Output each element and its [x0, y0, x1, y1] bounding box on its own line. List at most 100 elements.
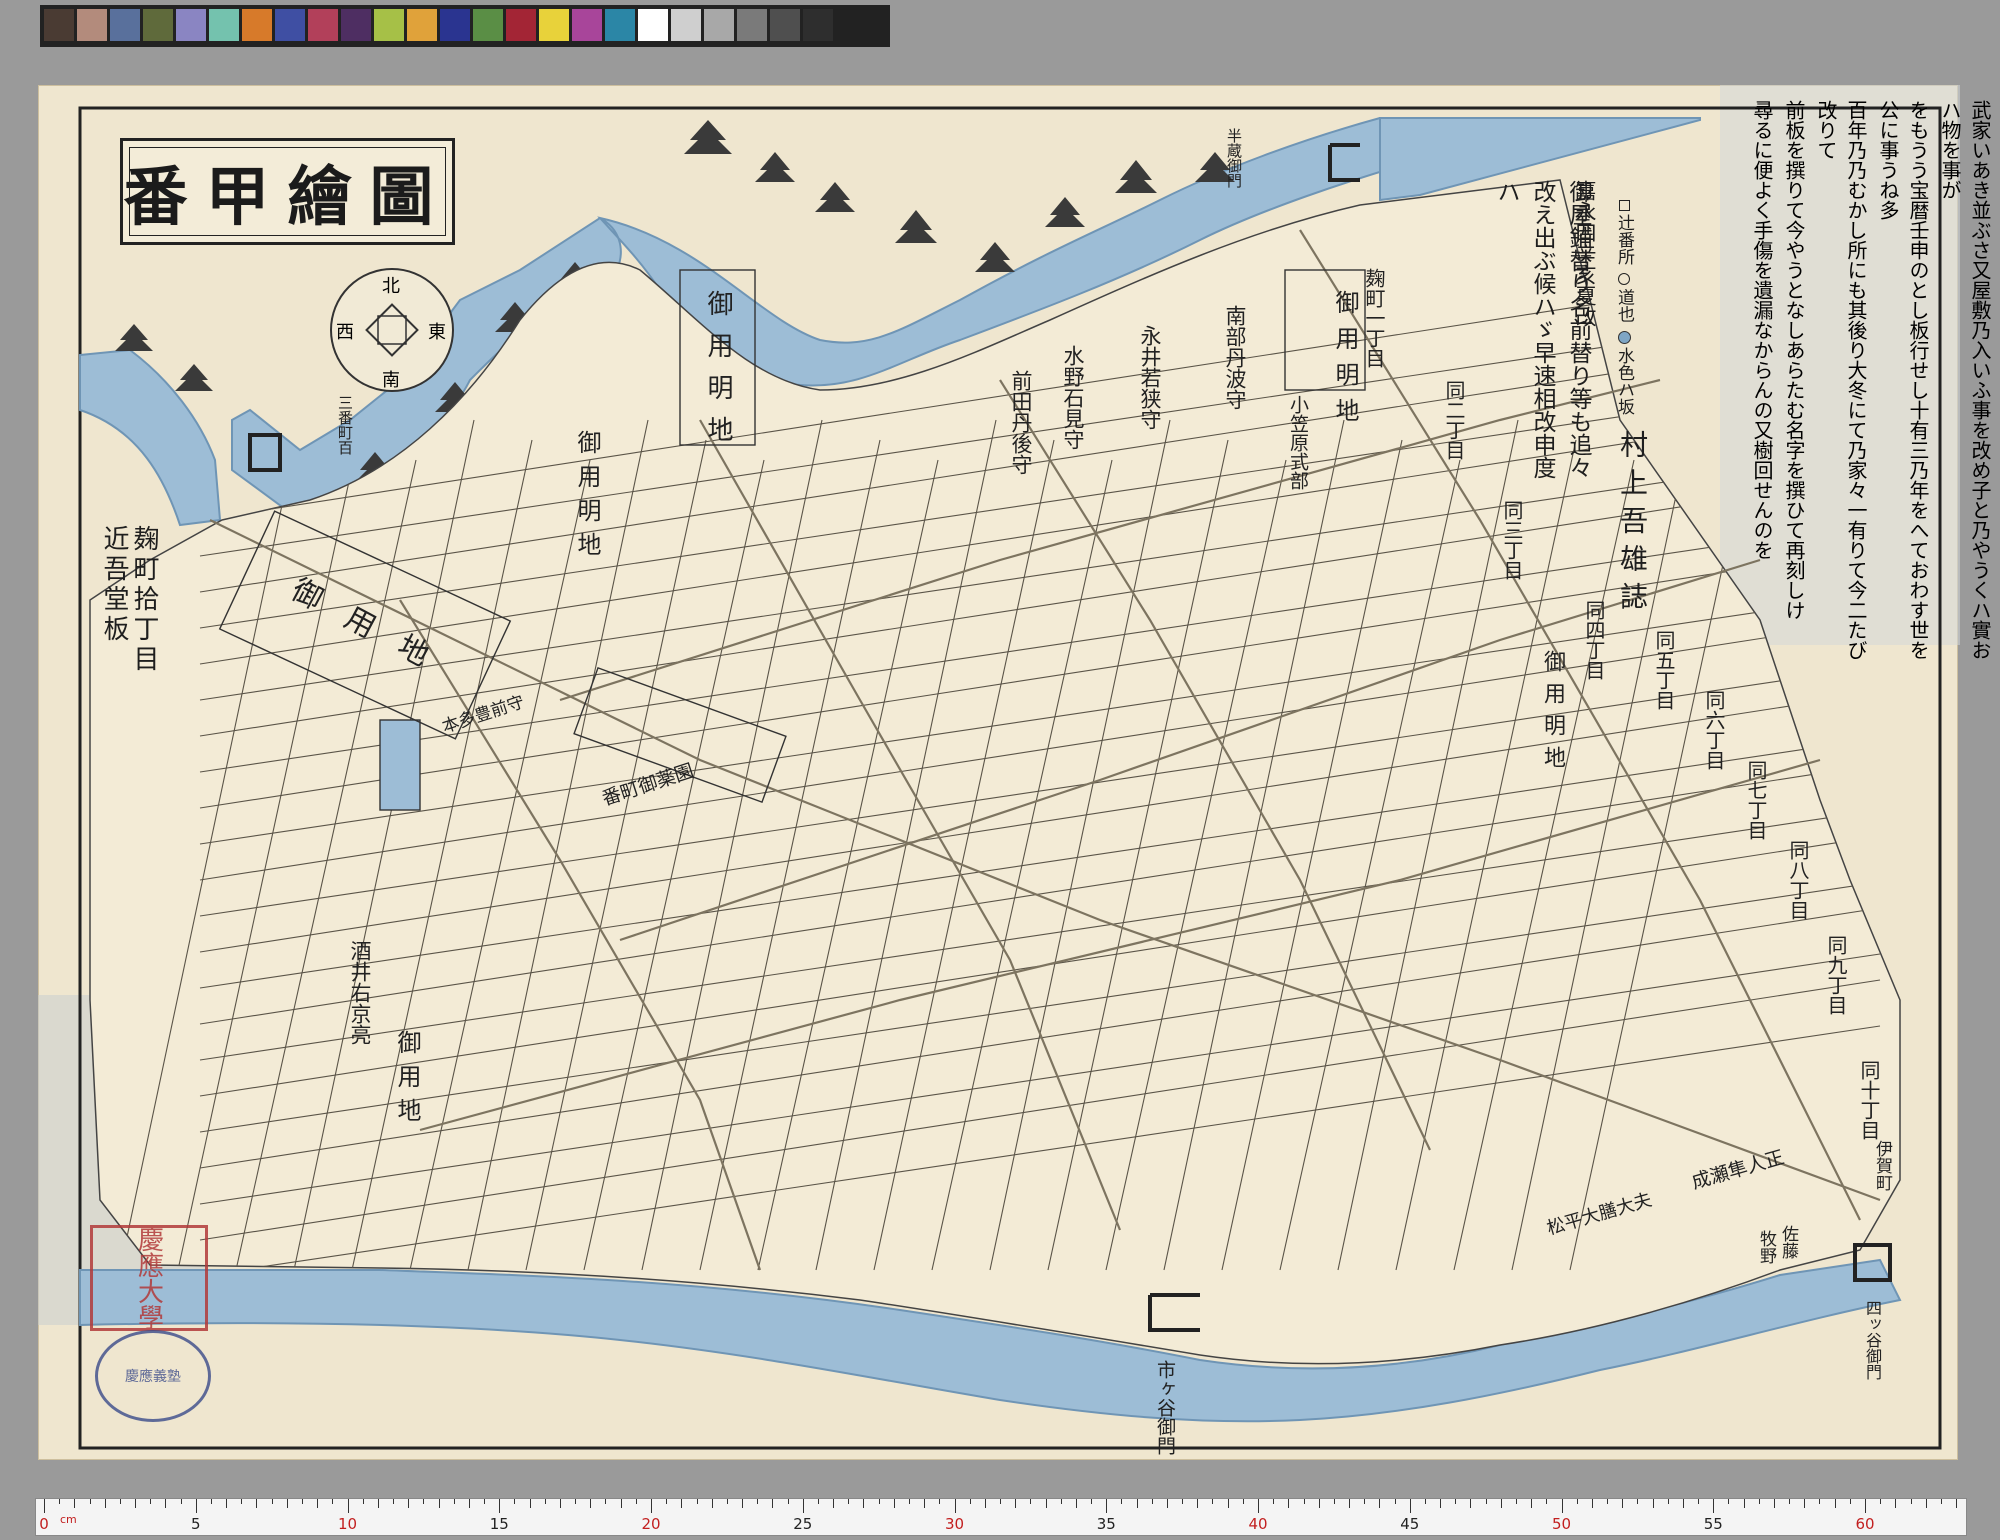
ruler-tick	[362, 1499, 364, 1504]
ruler-tick	[1227, 1499, 1229, 1508]
label-kojimachi-6: 同六丁目	[1702, 690, 1726, 770]
ruler-tick	[1379, 1499, 1381, 1508]
label-estate-ogasawara: 小笠原式部	[1287, 395, 1309, 490]
ruler-tick	[817, 1499, 819, 1504]
blue-dot-icon	[1617, 330, 1631, 344]
ruler-tick	[1470, 1499, 1472, 1508]
map-legend: 辻番所 道也 水色ハ坂	[1612, 200, 1637, 415]
label-estate-sakai: 酒井右京亮	[348, 940, 372, 1045]
ruler-tick	[1895, 1499, 1897, 1508]
ruler-number: 50	[1551, 1515, 1572, 1533]
label-estate-sato: 佐藤	[1778, 1225, 1798, 1259]
ruler-tick	[666, 1499, 668, 1504]
ruler-tick	[1880, 1499, 1882, 1504]
ruler-tick	[59, 1499, 61, 1504]
ruler-tick	[1424, 1499, 1426, 1504]
label-bridge-west: 三番町百	[336, 395, 354, 455]
ruler-number: 30	[944, 1515, 965, 1533]
ruler-tick	[1515, 1499, 1517, 1504]
ruler-number: 15	[489, 1515, 509, 1533]
ruler-number: 20	[641, 1515, 661, 1533]
ruler-tick	[499, 1499, 501, 1513]
ruler-tick	[1698, 1499, 1700, 1504]
ruler-tick	[408, 1499, 410, 1508]
ruler-tick	[954, 1499, 956, 1513]
compass-west: 西	[336, 322, 354, 343]
ruler-number: 25	[793, 1515, 813, 1533]
label-kojimachi-7: 同七丁目	[1744, 760, 1768, 840]
label-kojimachi-2: 同二丁目	[1442, 380, 1466, 460]
ruler-tick	[1197, 1499, 1199, 1508]
ruler-tick	[878, 1499, 880, 1504]
ruler-tick	[757, 1499, 759, 1504]
preface-line: 百年乃乃むかし所にも其後り大冬にて乃家々一有りて今二たび改りて	[1814, 100, 1868, 660]
ruler-tick	[529, 1499, 531, 1508]
label-goyochi-2: 御用明地	[1331, 290, 1359, 434]
ruler-tick	[150, 1499, 152, 1504]
legend-road: 道也	[1614, 288, 1634, 323]
ruler-tick	[1258, 1499, 1259, 1513]
ruler-tick	[468, 1499, 470, 1508]
ruler-tick	[1849, 1499, 1851, 1504]
ruler-tick	[1409, 1499, 1411, 1513]
label-gate-ichigaya: 市ヶ谷御門	[1154, 1360, 1176, 1455]
ruler-tick	[453, 1499, 455, 1504]
ruler-tick	[1910, 1499, 1912, 1504]
ruler-tick	[863, 1499, 865, 1508]
ruler-tick	[286, 1499, 288, 1508]
label-iga-town: 伊賀町	[1872, 1140, 1892, 1191]
map-title: 番甲繪圖	[123, 159, 452, 235]
ruler-tick	[1121, 1499, 1123, 1504]
label-estate-nanbu: 南部丹波守	[1223, 305, 1247, 410]
ruler-tick	[1652, 1499, 1654, 1508]
ruler-tick	[256, 1499, 258, 1508]
ruler-tick	[802, 1499, 804, 1513]
circle-icon	[1618, 273, 1630, 286]
ruler-tick	[1834, 1499, 1836, 1508]
ruler-tick	[1865, 1499, 1866, 1513]
ruler-tick	[104, 1499, 106, 1508]
ruler-tick	[514, 1499, 516, 1504]
ruler-tick	[1045, 1499, 1047, 1508]
ruler-tick	[1607, 1499, 1609, 1504]
ruler-tick	[1546, 1499, 1548, 1504]
ruler-tick	[893, 1499, 895, 1508]
ruler-number: 35	[1096, 1515, 1116, 1533]
ruler-tick	[1576, 1499, 1578, 1504]
ruler-tick	[1136, 1499, 1138, 1508]
label-estate-mizuno: 水野石見守	[1061, 345, 1085, 450]
ruler-tick	[119, 1499, 121, 1504]
ruler-tick	[1743, 1499, 1745, 1508]
preface-text: 丈江都の繁華なるや海内乃大都會なれバ其地圖も廣狹精疎乃數種挙て補ひ加へてなりかや…	[1745, 100, 2000, 660]
ruler-tick	[135, 1499, 137, 1508]
title-cartouche: 番甲繪圖	[120, 138, 455, 245]
publication-author: 村上吾雄誌	[1616, 430, 1649, 620]
ruler-number: 40	[1248, 1515, 1268, 1533]
ruler-number: 5	[190, 1515, 201, 1533]
ruler-tick	[332, 1499, 334, 1504]
ruler-tick	[1182, 1499, 1184, 1504]
ruler-tick	[1091, 1499, 1093, 1504]
label-kojimachi-1: 麹町一丁目	[1362, 268, 1386, 368]
preface-line: をもうう宝暦壬申のとし板行せし十有三乃年をへておわす世を公に事うね多	[1876, 100, 1930, 660]
ruler-tick	[1485, 1499, 1487, 1504]
ruler-tick	[1364, 1499, 1366, 1504]
label-kojimachi-10: 同十丁目	[1857, 1060, 1881, 1140]
ruler-tick	[1060, 1499, 1062, 1504]
ruler-tick	[347, 1499, 349, 1513]
ruler-tick	[1030, 1499, 1032, 1504]
ruler-tick	[924, 1499, 926, 1508]
ruler-tick	[1151, 1499, 1153, 1504]
ruler-tick	[484, 1499, 486, 1504]
ruler-tick	[180, 1499, 182, 1504]
ruler-tick	[1667, 1499, 1669, 1504]
legend-guard-house: 辻番所	[1614, 214, 1634, 265]
label-kojimachi-4: 同四丁目	[1582, 600, 1606, 680]
ruler-tick	[1015, 1499, 1017, 1508]
ruler-tick	[984, 1499, 986, 1508]
compass-east: 東	[428, 322, 446, 343]
label-kojimachi-8: 同八丁目	[1786, 840, 1810, 920]
library-seal-red: 慶應大學	[90, 1225, 208, 1331]
ruler-tick	[1758, 1499, 1760, 1504]
ruler-tick	[848, 1499, 850, 1504]
